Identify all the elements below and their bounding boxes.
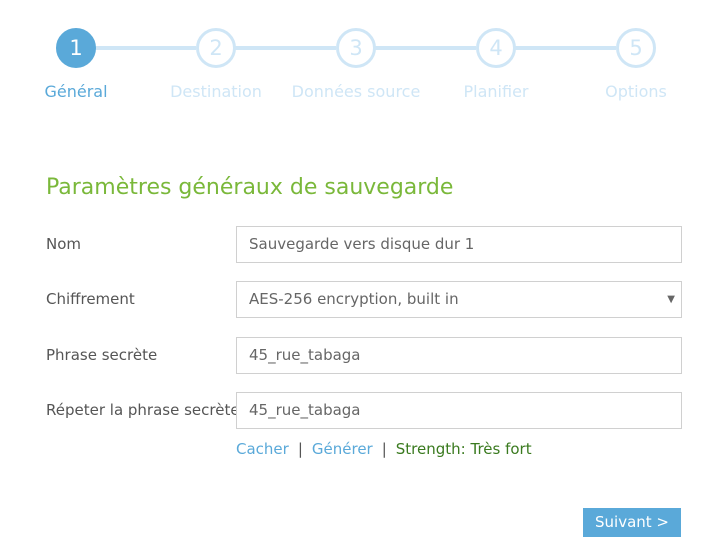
step-5-label[interactable]: Options <box>561 82 711 101</box>
step-4-label[interactable]: Planifier <box>421 82 571 101</box>
passphrase-label: Phrase secrète <box>46 346 158 364</box>
backup-wizard: 1 2 3 4 5 Général Destination Données so… <box>0 0 711 559</box>
step-connector <box>93 46 196 50</box>
step-connector <box>373 46 476 50</box>
strength-indicator: Strength: Très fort <box>395 440 532 458</box>
separator: | <box>297 440 303 458</box>
wizard-stepper: 1 2 3 4 5 Général Destination Données so… <box>0 0 711 110</box>
step-connector <box>233 46 336 50</box>
generate-link[interactable]: Générer <box>312 440 373 458</box>
passphrase-repeat-label: Répeter la phrase secrète <box>46 401 240 419</box>
step-2-circle[interactable]: 2 <box>196 28 236 68</box>
chevron-down-icon: ▼ <box>667 294 675 305</box>
name-label: Nom <box>46 235 82 253</box>
name-input[interactable]: Sauvegarde vers disque dur 1 <box>236 226 682 263</box>
passphrase-actions: Cacher | Générer | Strength: Très fort <box>236 440 532 458</box>
step-3-circle[interactable]: 3 <box>336 28 376 68</box>
step-3-label[interactable]: Données source <box>281 82 431 101</box>
passphrase-input[interactable]: 45_rue_tabaga <box>236 337 682 374</box>
separator: | <box>381 440 387 458</box>
step-1-circle[interactable]: 1 <box>56 28 96 68</box>
passphrase-repeat-input[interactable]: 45_rue_tabaga <box>236 392 682 429</box>
step-connector <box>513 46 616 50</box>
step-2-label[interactable]: Destination <box>141 82 291 101</box>
encryption-selected-value: AES-256 encryption, built in <box>249 290 459 308</box>
step-5-circle[interactable]: 5 <box>616 28 656 68</box>
step-1-label[interactable]: Général <box>1 82 151 101</box>
step-4-circle[interactable]: 4 <box>476 28 516 68</box>
encryption-label: Chiffrement <box>46 290 135 308</box>
section-title: Paramètres généraux de sauvegarde <box>46 175 454 200</box>
next-button[interactable]: Suivant > <box>583 508 681 537</box>
encryption-select[interactable]: AES-256 encryption, built in ▼ <box>236 281 682 318</box>
hide-link[interactable]: Cacher <box>236 440 289 458</box>
